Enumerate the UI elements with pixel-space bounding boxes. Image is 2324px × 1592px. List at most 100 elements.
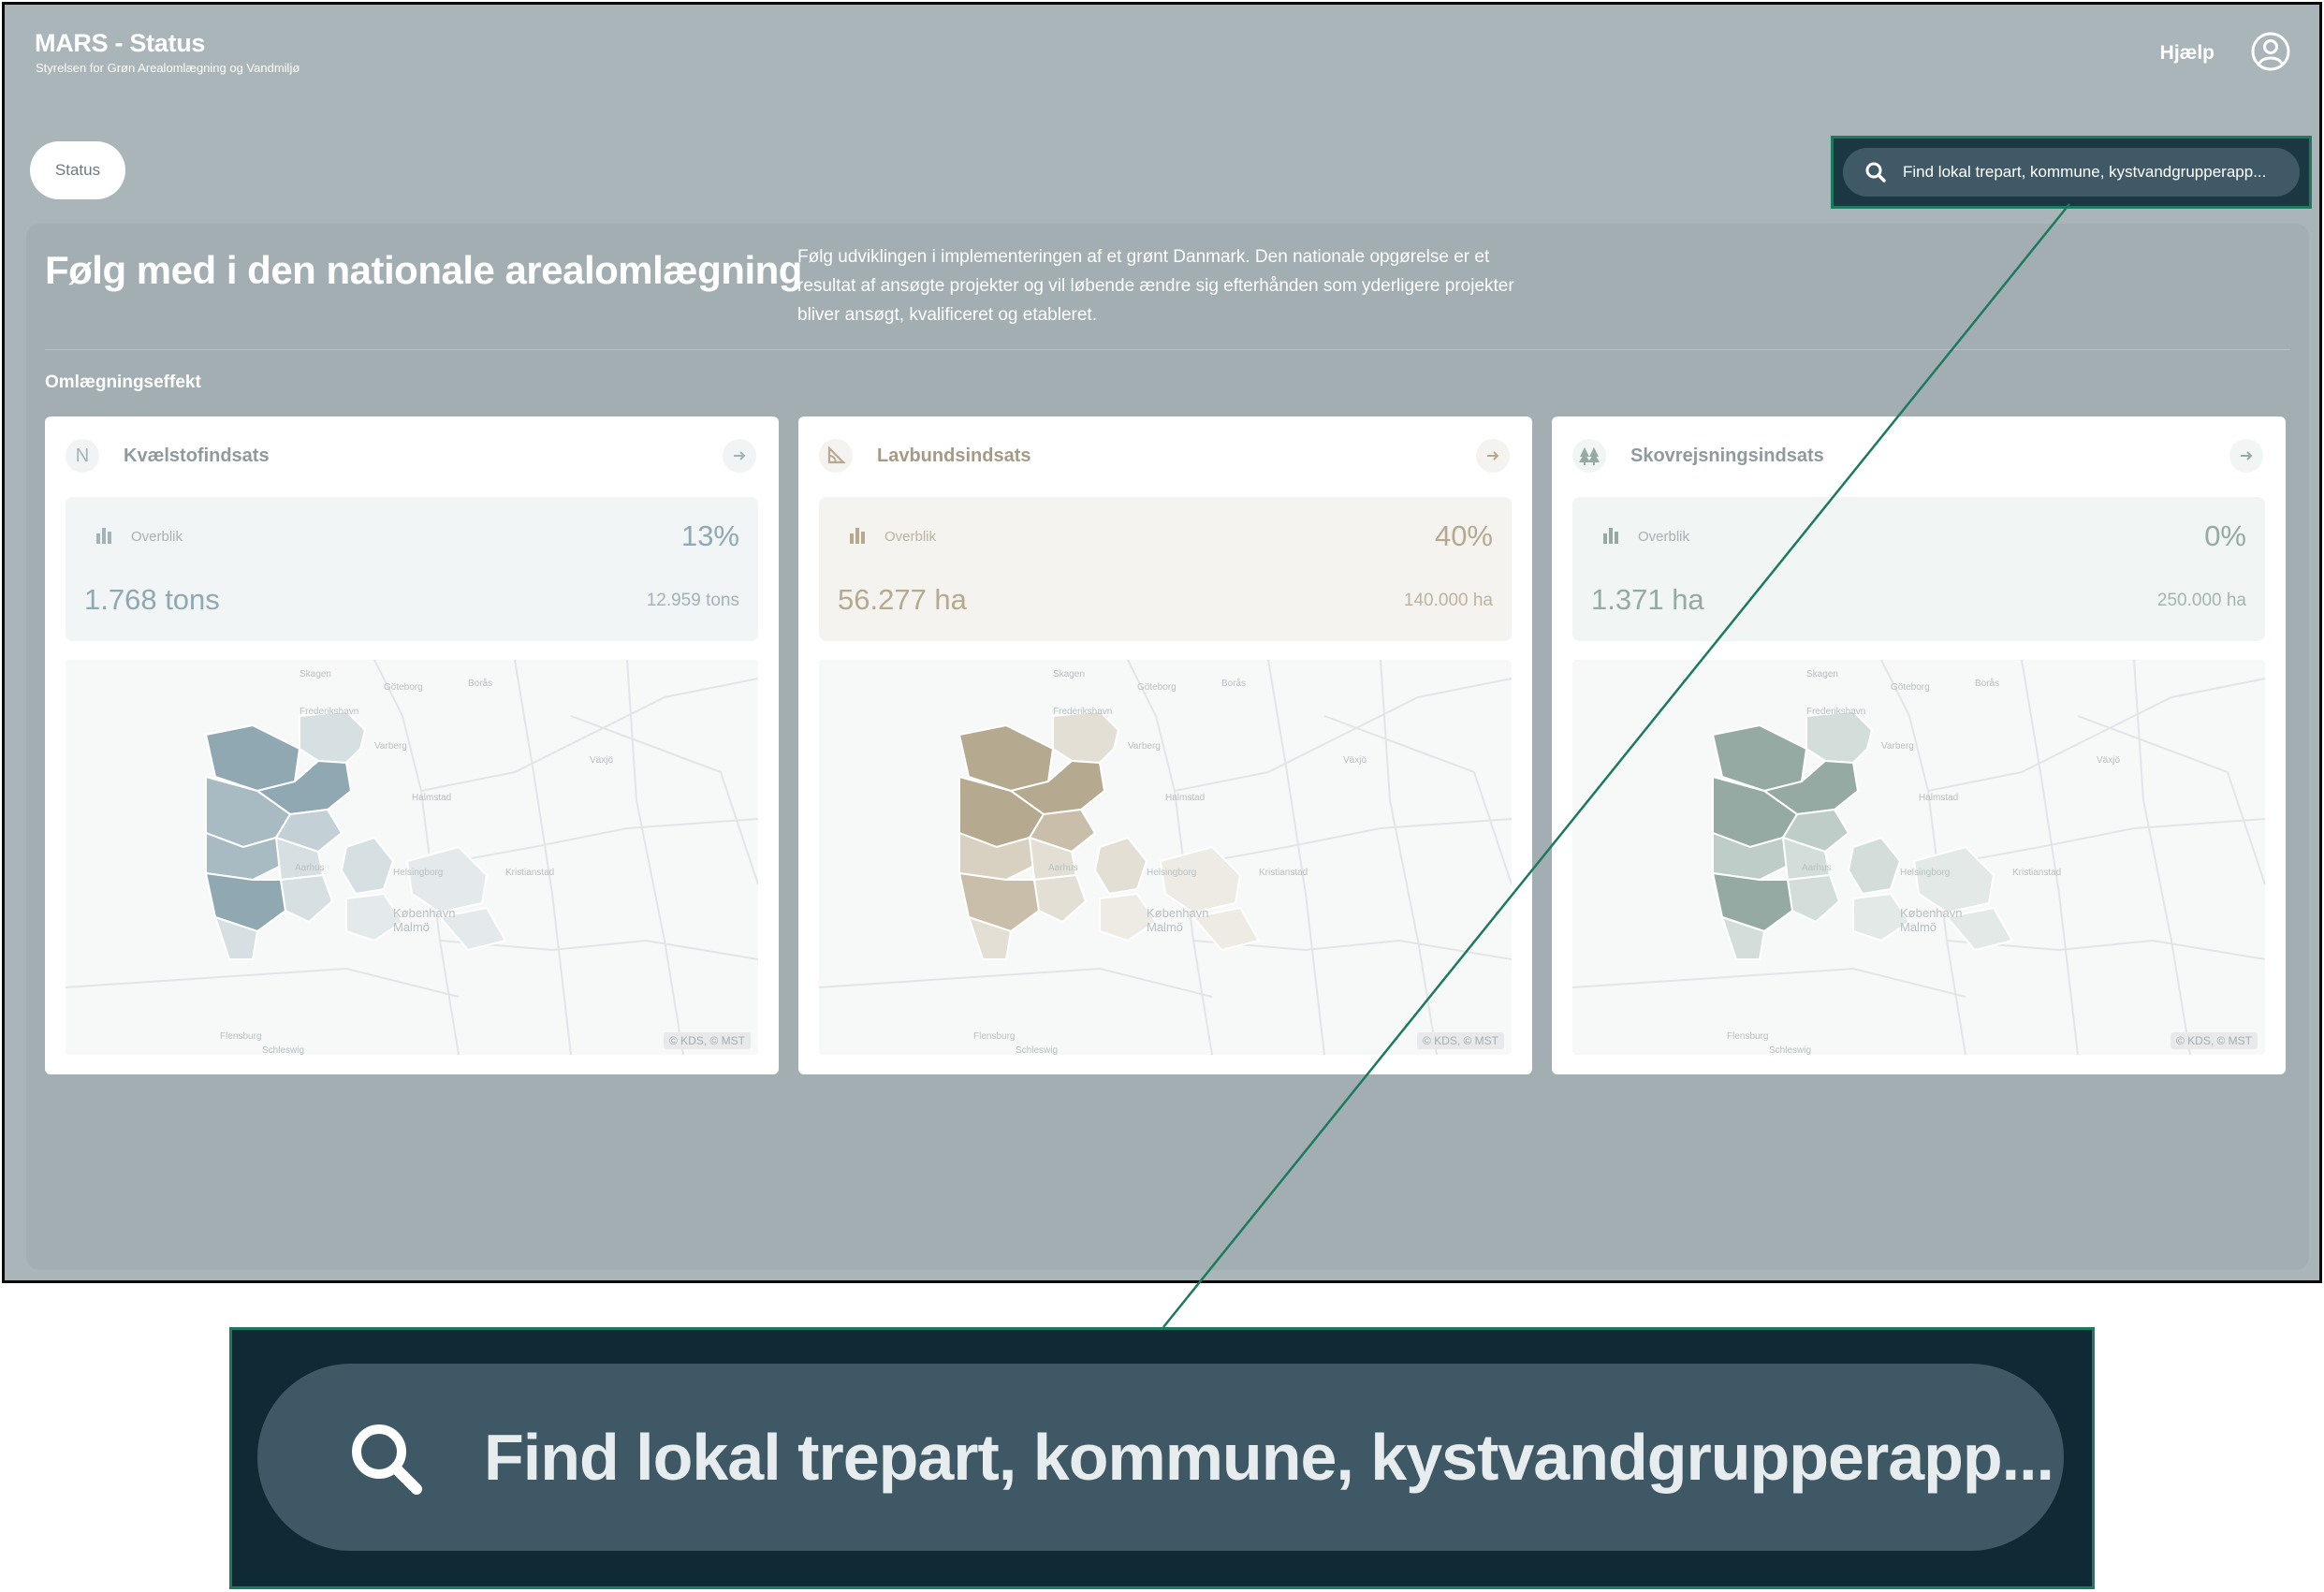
card-title: Kvælstofindsats (124, 445, 270, 466)
map-road (1927, 678, 2265, 792)
arrow-right-icon[interactable] (723, 439, 756, 473)
map-place-label: Flensburg (1727, 1031, 1768, 1042)
map-place-label: Helsingborg (1147, 868, 1196, 878)
map-place-label: København (1147, 906, 1209, 920)
map-denmark[interactable]: Skagen Göteborg Borås Frederikshavn Varberg V… (1572, 660, 2265, 1055)
map-road (1937, 818, 2265, 867)
card-skovrejsningsindsats[interactable]: Skovrejsningsindsats Overblik 0% 1.371 h… (1552, 416, 2286, 1074)
map-place-label: Halmstad (1165, 793, 1205, 803)
bar-chart-icon (1603, 528, 1618, 544)
stat-label: Overblik (131, 529, 183, 545)
card-lavbundsindsats[interactable]: Lavbundsindsats Overblik 40% 56.277 ha 1… (798, 416, 1532, 1074)
trees-icon (1572, 439, 1606, 473)
help-link[interactable]: Hjælp (2160, 42, 2214, 65)
search-icon (352, 1424, 422, 1495)
map-attribution: © KDS, © MST (1416, 1032, 1504, 1049)
arrow-right-icon[interactable] (2229, 439, 2263, 473)
map-region (279, 873, 334, 924)
app-window: MARS - Status Styrelsen for Grøn Arealom… (2, 2, 2322, 1283)
stat-target: 12.959 tons (646, 591, 739, 610)
map-road (1267, 660, 1325, 1055)
map-place-label: Halmstad (1919, 793, 1958, 803)
map-place-label: Skagen (1806, 669, 1838, 679)
stat-value: 1.371 ha (1591, 583, 1704, 616)
stat-percent: 13% (680, 519, 739, 552)
map-graphic: Skagen Göteborg Borås Frederikshavn Varberg V… (66, 660, 758, 1055)
map-place-label: Aarhus (1048, 863, 1078, 873)
map-road (514, 660, 572, 1055)
stat-percent: 0% (2204, 519, 2246, 552)
stat-box: Overblik 0% 1.371 ha 250.000 ha (1572, 497, 2265, 641)
stat-label: Overblik (884, 529, 937, 545)
map-place-label: Frederikshavn (1053, 707, 1112, 717)
stat-box: Overblik 40% 56.277 ha 140.000 ha (819, 497, 1512, 641)
nitrogen-icon-glyph: N (75, 445, 90, 466)
stat-label: Overblik (1638, 529, 1690, 545)
map-road (2077, 715, 2265, 885)
map-roads (819, 660, 1512, 1055)
arrow-right-icon[interactable] (1476, 439, 1510, 473)
map-road (420, 678, 758, 792)
map-region (299, 709, 367, 765)
stat-target: 140.000 ha (1403, 591, 1493, 610)
angle-icon (819, 439, 853, 473)
page-description: Følg udviklingen i implementeringen af e… (797, 247, 1514, 325)
nitrogen-icon: N (66, 439, 99, 473)
map-place-label: Schleswig (1769, 1045, 1811, 1055)
stat-target: 250.000 ha (2156, 591, 2246, 610)
stat-box: Overblik 13% 1.768 tons 12.959 tons (66, 497, 758, 641)
search-placeholder: Find lokal trepart, kommune, kystvandgru… (1903, 163, 2267, 181)
map-place-label: Helsingborg (1900, 868, 1950, 878)
map-place-label: Växjö (2097, 755, 2120, 766)
map-region (1847, 836, 1902, 896)
map-place-label: Malmö (393, 920, 430, 934)
map-road (626, 660, 684, 1055)
divider (45, 349, 2290, 350)
map-place-label: Växjö (1343, 755, 1367, 766)
map-place-label: Varberg (374, 741, 407, 752)
map-place-label: Borås (1221, 678, 1246, 689)
map-road (570, 715, 758, 885)
user-account-icon[interactable] (2250, 31, 2291, 72)
map-place-label: Flensburg (220, 1031, 261, 1042)
map-place-label: Varberg (1128, 741, 1161, 752)
map-graphic: Skagen Göteborg Borås Frederikshavn Varberg V… (1572, 660, 2265, 1055)
search-input[interactable]: Find lokal trepart, kommune, kystvandgru… (1843, 148, 2300, 197)
map-place-label: Frederikshavn (1806, 707, 1865, 717)
card-title: Lavbundsindsats (877, 445, 1031, 466)
map-place-label: Helsingborg (393, 868, 443, 878)
map-region (1093, 836, 1148, 896)
map-place-label: Flensburg (973, 1031, 1015, 1042)
map-place-label: Skagen (300, 669, 331, 679)
map-place-label: Varberg (1881, 741, 1914, 752)
card-header: Lavbundsindsats (798, 416, 1532, 493)
map-denmark[interactable]: Skagen Göteborg Borås Frederikshavn Varberg V… (66, 660, 758, 1055)
map-place-label: København (1900, 906, 1963, 920)
map-road (430, 818, 758, 867)
map-road (1572, 967, 1966, 998)
map-region (1032, 873, 1088, 924)
map-place-label: Växjö (590, 755, 613, 766)
map-road (66, 967, 460, 998)
map-place-label: Kristianstad (2012, 868, 2061, 878)
map-place-label: København (393, 906, 456, 920)
map-region (1805, 709, 1874, 765)
map-region (340, 836, 395, 896)
map-place-label: Göteborg (384, 682, 423, 693)
tab-status[interactable]: Status (30, 141, 125, 199)
map-place-label: Malmö (1147, 920, 1183, 934)
map-denmark[interactable]: Skagen Göteborg Borås Frederikshavn Varberg V… (819, 660, 1512, 1055)
map-place-label: Aarhus (295, 863, 325, 873)
search-input-zoomed[interactable]: Find lokal trepart, kommune, kystvandgru… (257, 1364, 2064, 1551)
map-place-label: Kristianstad (505, 868, 554, 878)
card-kvaelstofindsats[interactable]: N Kvælstofindsats Overblik 13% 1.768 ton… (45, 416, 779, 1074)
map-place-label: Schleswig (1016, 1045, 1058, 1055)
card-header: Skovrejsningsindsats (1552, 416, 2286, 493)
map-place-label: Borås (468, 678, 492, 689)
map-place-label: Malmö (1900, 920, 1937, 934)
map-road (2133, 660, 2191, 1055)
map-roads (66, 660, 758, 1055)
search-zoom-callout: Find lokal trepart, kommune, kystvandgru… (229, 1327, 2095, 1589)
map-graphic: Skagen Göteborg Borås Frederikshavn Varberg V… (819, 660, 1512, 1055)
stat-value: 56.277 ha (838, 583, 967, 616)
